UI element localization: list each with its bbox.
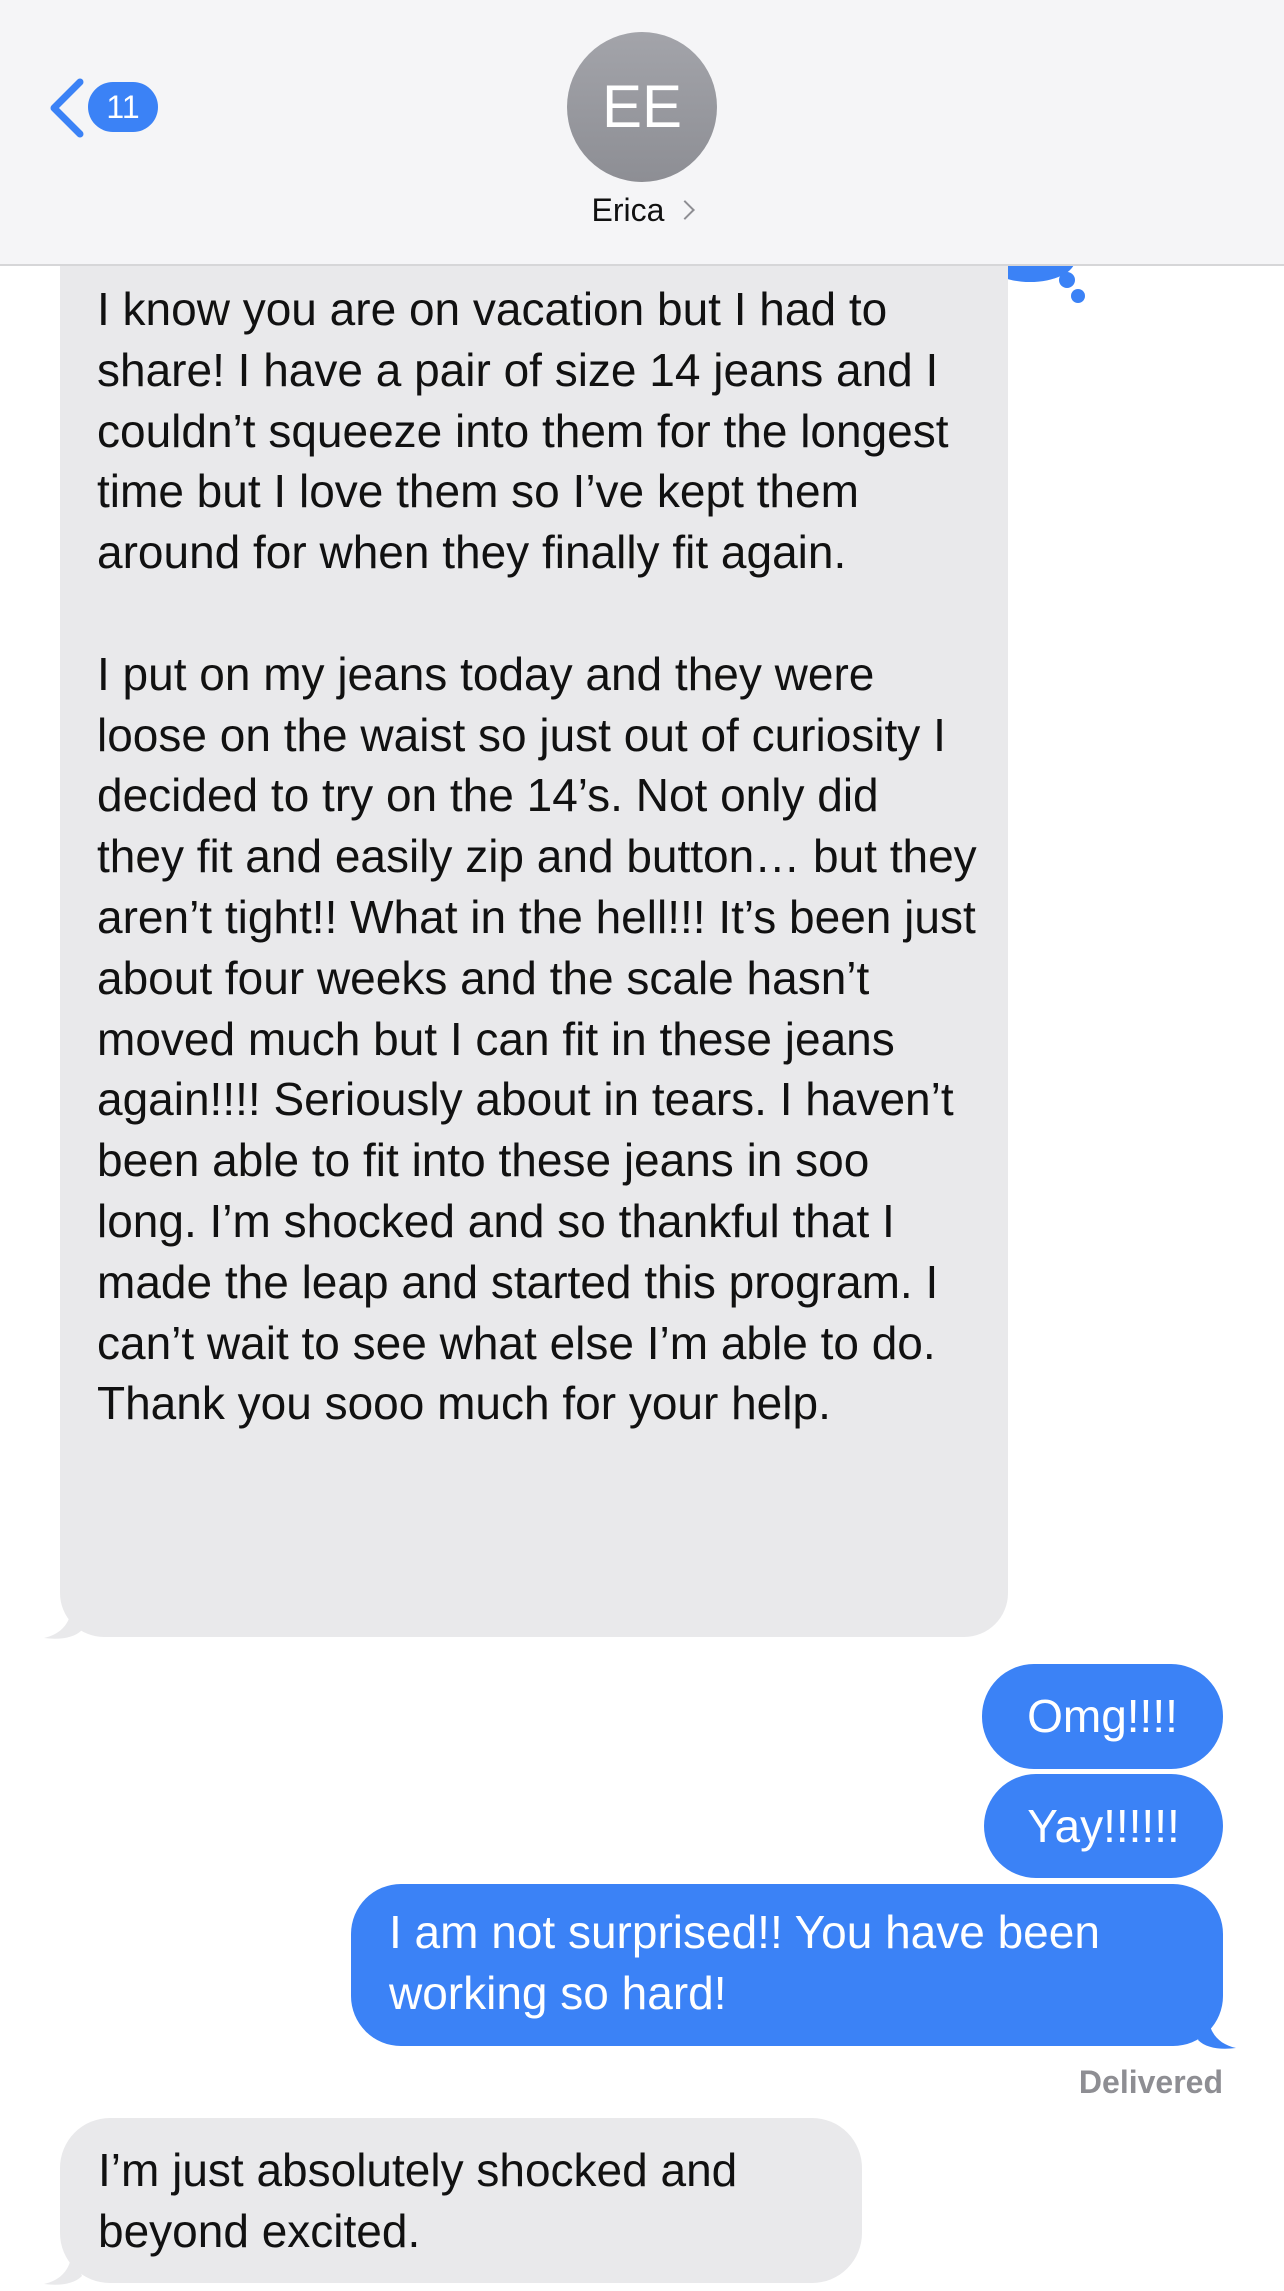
sent-message-bubble[interactable]: I am not surprised!! You have been worki… [351, 1884, 1223, 2046]
bubble-tail [44, 2248, 82, 2285]
back-button[interactable]: 11 [48, 72, 168, 142]
chevron-right-icon [675, 200, 696, 220]
message-text: I know you are on vacation but I had to … [97, 283, 977, 1430]
bubble-tail [44, 1602, 82, 1639]
message-text: I’m just absolutely shocked and beyond e… [98, 2144, 738, 2257]
sent-message-bubble[interactable]: Omg!!!! [982, 1664, 1223, 1769]
received-message-bubble[interactable]: I’m just absolutely shocked and beyond e… [60, 2118, 862, 2283]
avatar[interactable]: EE [567, 32, 717, 182]
message-text: Yay!!!!!! [1027, 1800, 1180, 1852]
received-message-bubble[interactable]: I know you are on vacation but I had to … [60, 265, 1008, 1637]
chevron-left-icon [50, 78, 84, 138]
contact-name: Erica [591, 192, 665, 228]
conversation-header: 11 EE Erica [0, 0, 1284, 266]
contact-name-button[interactable]: Erica [0, 192, 1284, 229]
sent-message-bubble[interactable]: Yay!!!!!! [984, 1774, 1223, 1878]
bubble-tail [1198, 2012, 1236, 2049]
delivered-status: Delivered [1078, 2064, 1223, 2100]
message-text: Omg!!!! [1027, 1690, 1178, 1742]
unread-count-badge: 11 [88, 82, 158, 132]
message-text: I am not surprised!! You have been worki… [389, 1906, 1100, 2019]
